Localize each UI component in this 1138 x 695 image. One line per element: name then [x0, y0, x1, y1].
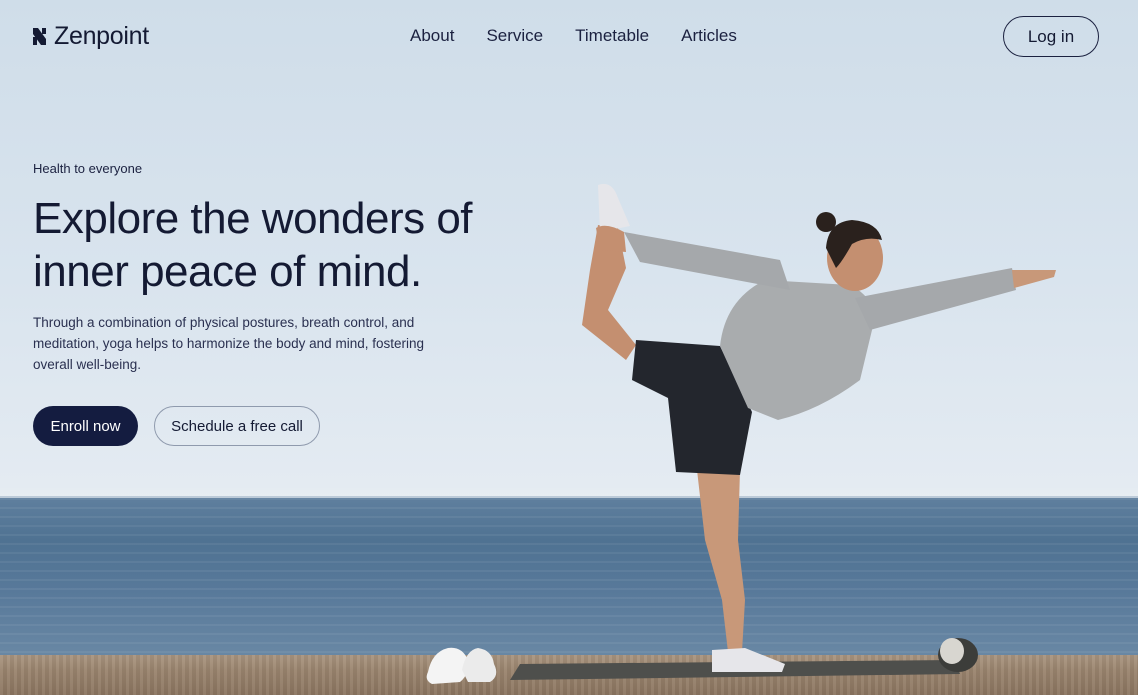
enroll-now-button[interactable]: Enroll now	[33, 406, 138, 446]
headline-line-1: Explore the wonders of	[33, 194, 473, 243]
brand-logo[interactable]: Zenpoint	[33, 22, 149, 51]
nav-link-timetable[interactable]: Timetable	[575, 26, 649, 46]
raised-sock	[598, 183, 630, 232]
standing-sock	[712, 648, 785, 672]
main-menu: About Service Timetable Articles	[410, 26, 737, 46]
back-arm	[624, 232, 790, 290]
headline-line-2: inner peace of mind.	[33, 247, 422, 296]
top-navigation: Zenpoint About Service Timetable Article…	[0, 0, 1138, 74]
sneaker-right	[462, 648, 497, 682]
standing-leg	[697, 470, 745, 652]
hair-bun	[816, 212, 836, 232]
login-button[interactable]: Log in	[1003, 16, 1099, 57]
hero-headline: Explore the wonders of inner peace of mi…	[33, 192, 503, 298]
front-arm	[855, 268, 1016, 330]
front-hand	[1012, 270, 1056, 288]
zenpoint-logo-icon	[33, 28, 46, 45]
sneaker-left	[426, 647, 469, 684]
nav-link-service[interactable]: Service	[486, 26, 543, 46]
nav-link-articles[interactable]: Articles	[681, 26, 737, 46]
schedule-call-button[interactable]: Schedule a free call	[154, 406, 320, 446]
hero-description: Through a combination of physical postur…	[33, 315, 424, 372]
nav-link-about[interactable]: About	[410, 26, 454, 46]
brand-name: Zenpoint	[54, 22, 149, 50]
hero-eyebrow: Health to everyone	[33, 161, 143, 176]
